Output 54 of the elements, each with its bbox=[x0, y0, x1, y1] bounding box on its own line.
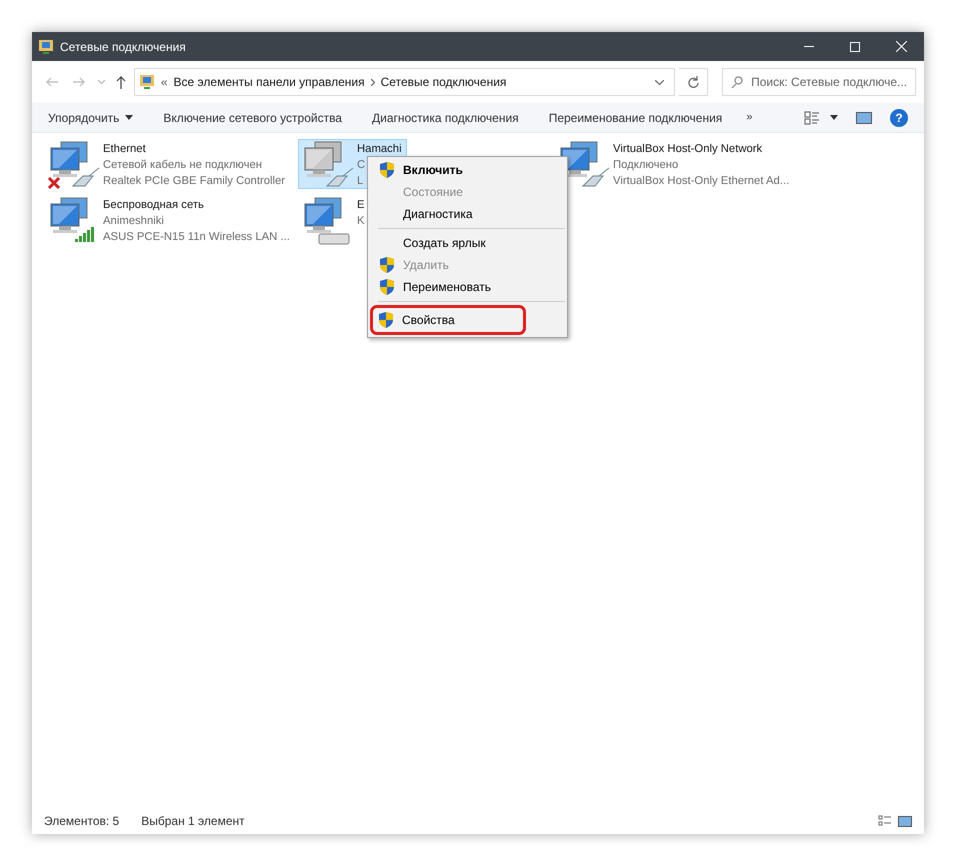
toolbar-button[interactable]: Упорядочить bbox=[48, 108, 134, 126]
search-icon bbox=[731, 76, 744, 88]
adapter-name: ASUS PCE-N15 11n Wireless LAN ... bbox=[103, 230, 290, 245]
address-bar[interactable]: « Все элементы панели управления Сетевые подключения bbox=[134, 68, 675, 96]
network-folder-icon bbox=[138, 74, 155, 90]
caret-icon bbox=[125, 115, 134, 120]
large-icons-view-icon[interactable] bbox=[898, 816, 912, 826]
search-field[interactable]: Поиск: Сетевые подключе... bbox=[722, 68, 916, 96]
view-icon[interactable] bbox=[804, 110, 820, 124]
connection-item[interactable]: Ethernet Сетевой кабель не подключен Realtek PCIe GBE Family Controller bbox=[44, 139, 290, 189]
preview-pane-icon[interactable] bbox=[856, 112, 872, 124]
help-icon[interactable]: ? bbox=[890, 108, 908, 126]
adapter-name: VirtualBox Host-Only Ethernet Ad... bbox=[613, 174, 790, 189]
toolbar-button[interactable]: Включение сетевого устройства bbox=[163, 108, 342, 126]
search-placeholder: Поиск: Сетевые подключе... bbox=[751, 74, 907, 91]
adapter-name: L bbox=[357, 174, 364, 189]
shield-icon bbox=[380, 279, 394, 295]
connection-name: Ethernet bbox=[103, 142, 146, 157]
shield-icon bbox=[380, 162, 394, 178]
connection-status: Сетевой кабель не подключен bbox=[103, 158, 262, 173]
chevron-icon bbox=[370, 78, 375, 86]
window-title: Сетевые подключения bbox=[60, 38, 186, 56]
toolbar-button[interactable]: Переименование подключения bbox=[548, 108, 722, 126]
caret-icon[interactable] bbox=[830, 115, 838, 120]
adapter-name: Realtek PCIe GBE Family Controller bbox=[103, 174, 286, 189]
refresh-icon bbox=[688, 76, 699, 88]
menu-item[interactable]: Диагностика bbox=[371, 203, 564, 225]
connection-name: E bbox=[357, 198, 365, 213]
network-folder-icon bbox=[38, 38, 54, 54]
connection-name: Беспроводная сеть bbox=[103, 198, 204, 213]
connection-item[interactable]: Беспроводная сеть Animeshniki ASUS PCE-N15 11n Wireless LAN ... bbox=[44, 195, 295, 245]
dropdown-icon[interactable] bbox=[654, 80, 664, 84]
connection-name: VirtualBox Host-Only Network bbox=[613, 142, 762, 157]
shield-icon bbox=[379, 312, 393, 328]
connection-status: Animeshniki bbox=[103, 214, 164, 229]
shield-icon bbox=[380, 257, 394, 273]
refresh-button[interactable] bbox=[678, 68, 708, 96]
up-icon[interactable] bbox=[116, 76, 126, 88]
toolbar-button[interactable]: Диагностика подключения bbox=[372, 108, 519, 126]
connection-item[interactable]: E K bbox=[298, 195, 370, 245]
connection-name: Hamachi bbox=[357, 142, 402, 157]
connection-status: С bbox=[357, 158, 366, 173]
connection-status: Подключено bbox=[613, 158, 678, 173]
connection-status: K bbox=[357, 214, 365, 229]
menu-item[interactable]: Свойства bbox=[374, 309, 522, 331]
breadcrumb[interactable]: Все элементы панели управления bbox=[174, 73, 365, 91]
menu-item[interactable]: Создать ярлык bbox=[371, 232, 564, 254]
menu-item[interactable]: Переименовать bbox=[371, 276, 564, 298]
overflow-chevron[interactable]: « bbox=[160, 73, 168, 91]
more-button[interactable]: » bbox=[746, 109, 752, 126]
selection-count: Выбран 1 элемент bbox=[141, 813, 245, 830]
details-view-icon[interactable] bbox=[878, 815, 892, 827]
breadcrumb[interactable]: Сетевые подключения bbox=[380, 73, 506, 91]
item-count: Элементов: 5 bbox=[44, 813, 120, 830]
